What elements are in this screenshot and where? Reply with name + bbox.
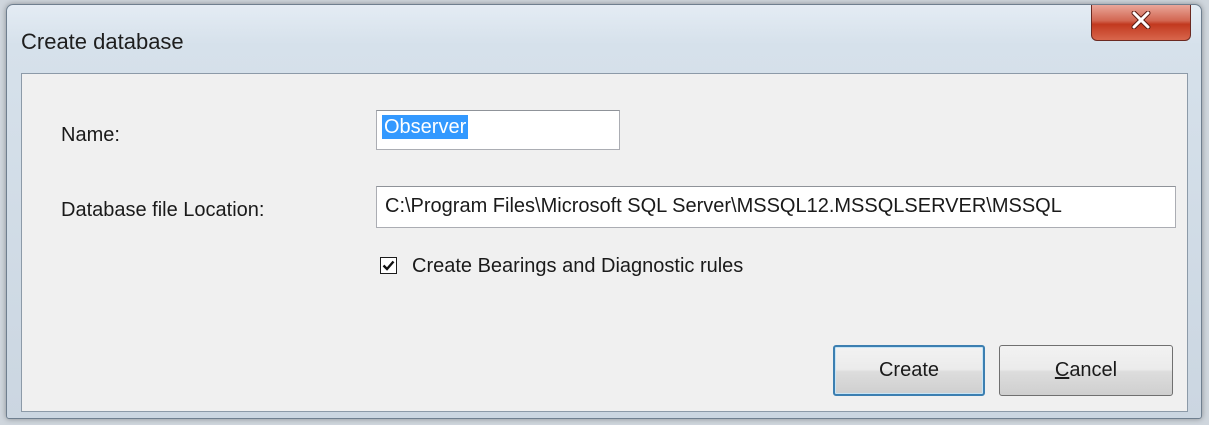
- dialog-content: Name: Observer Database file Location: C…: [21, 73, 1188, 412]
- create-rules-label[interactable]: Create Bearings and Diagnostic rules: [412, 255, 743, 278]
- create-database-dialog: Create database Name: Observer Database …: [6, 4, 1202, 419]
- create-button[interactable]: Create: [833, 345, 985, 396]
- cancel-button[interactable]: Cancel: [999, 345, 1173, 396]
- checkmark-icon: [382, 260, 395, 271]
- cancel-label-rest: ancel: [1069, 359, 1118, 381]
- name-input-value: Observer: [382, 115, 469, 139]
- location-input[interactable]: C:\Program Files\Microsoft SQL Server\MS…: [376, 186, 1176, 228]
- name-input[interactable]: Observer: [376, 110, 620, 150]
- title-bar[interactable]: Create database: [7, 5, 1201, 75]
- cancel-mnemonic: C: [1054, 359, 1070, 381]
- close-button[interactable]: [1091, 5, 1191, 41]
- location-label: Database file Location:: [61, 199, 265, 221]
- name-label: Name:: [61, 124, 120, 146]
- close-icon: [1130, 10, 1152, 34]
- dialog-title: Create database: [21, 29, 184, 54]
- create-rules-checkbox[interactable]: [380, 257, 397, 274]
